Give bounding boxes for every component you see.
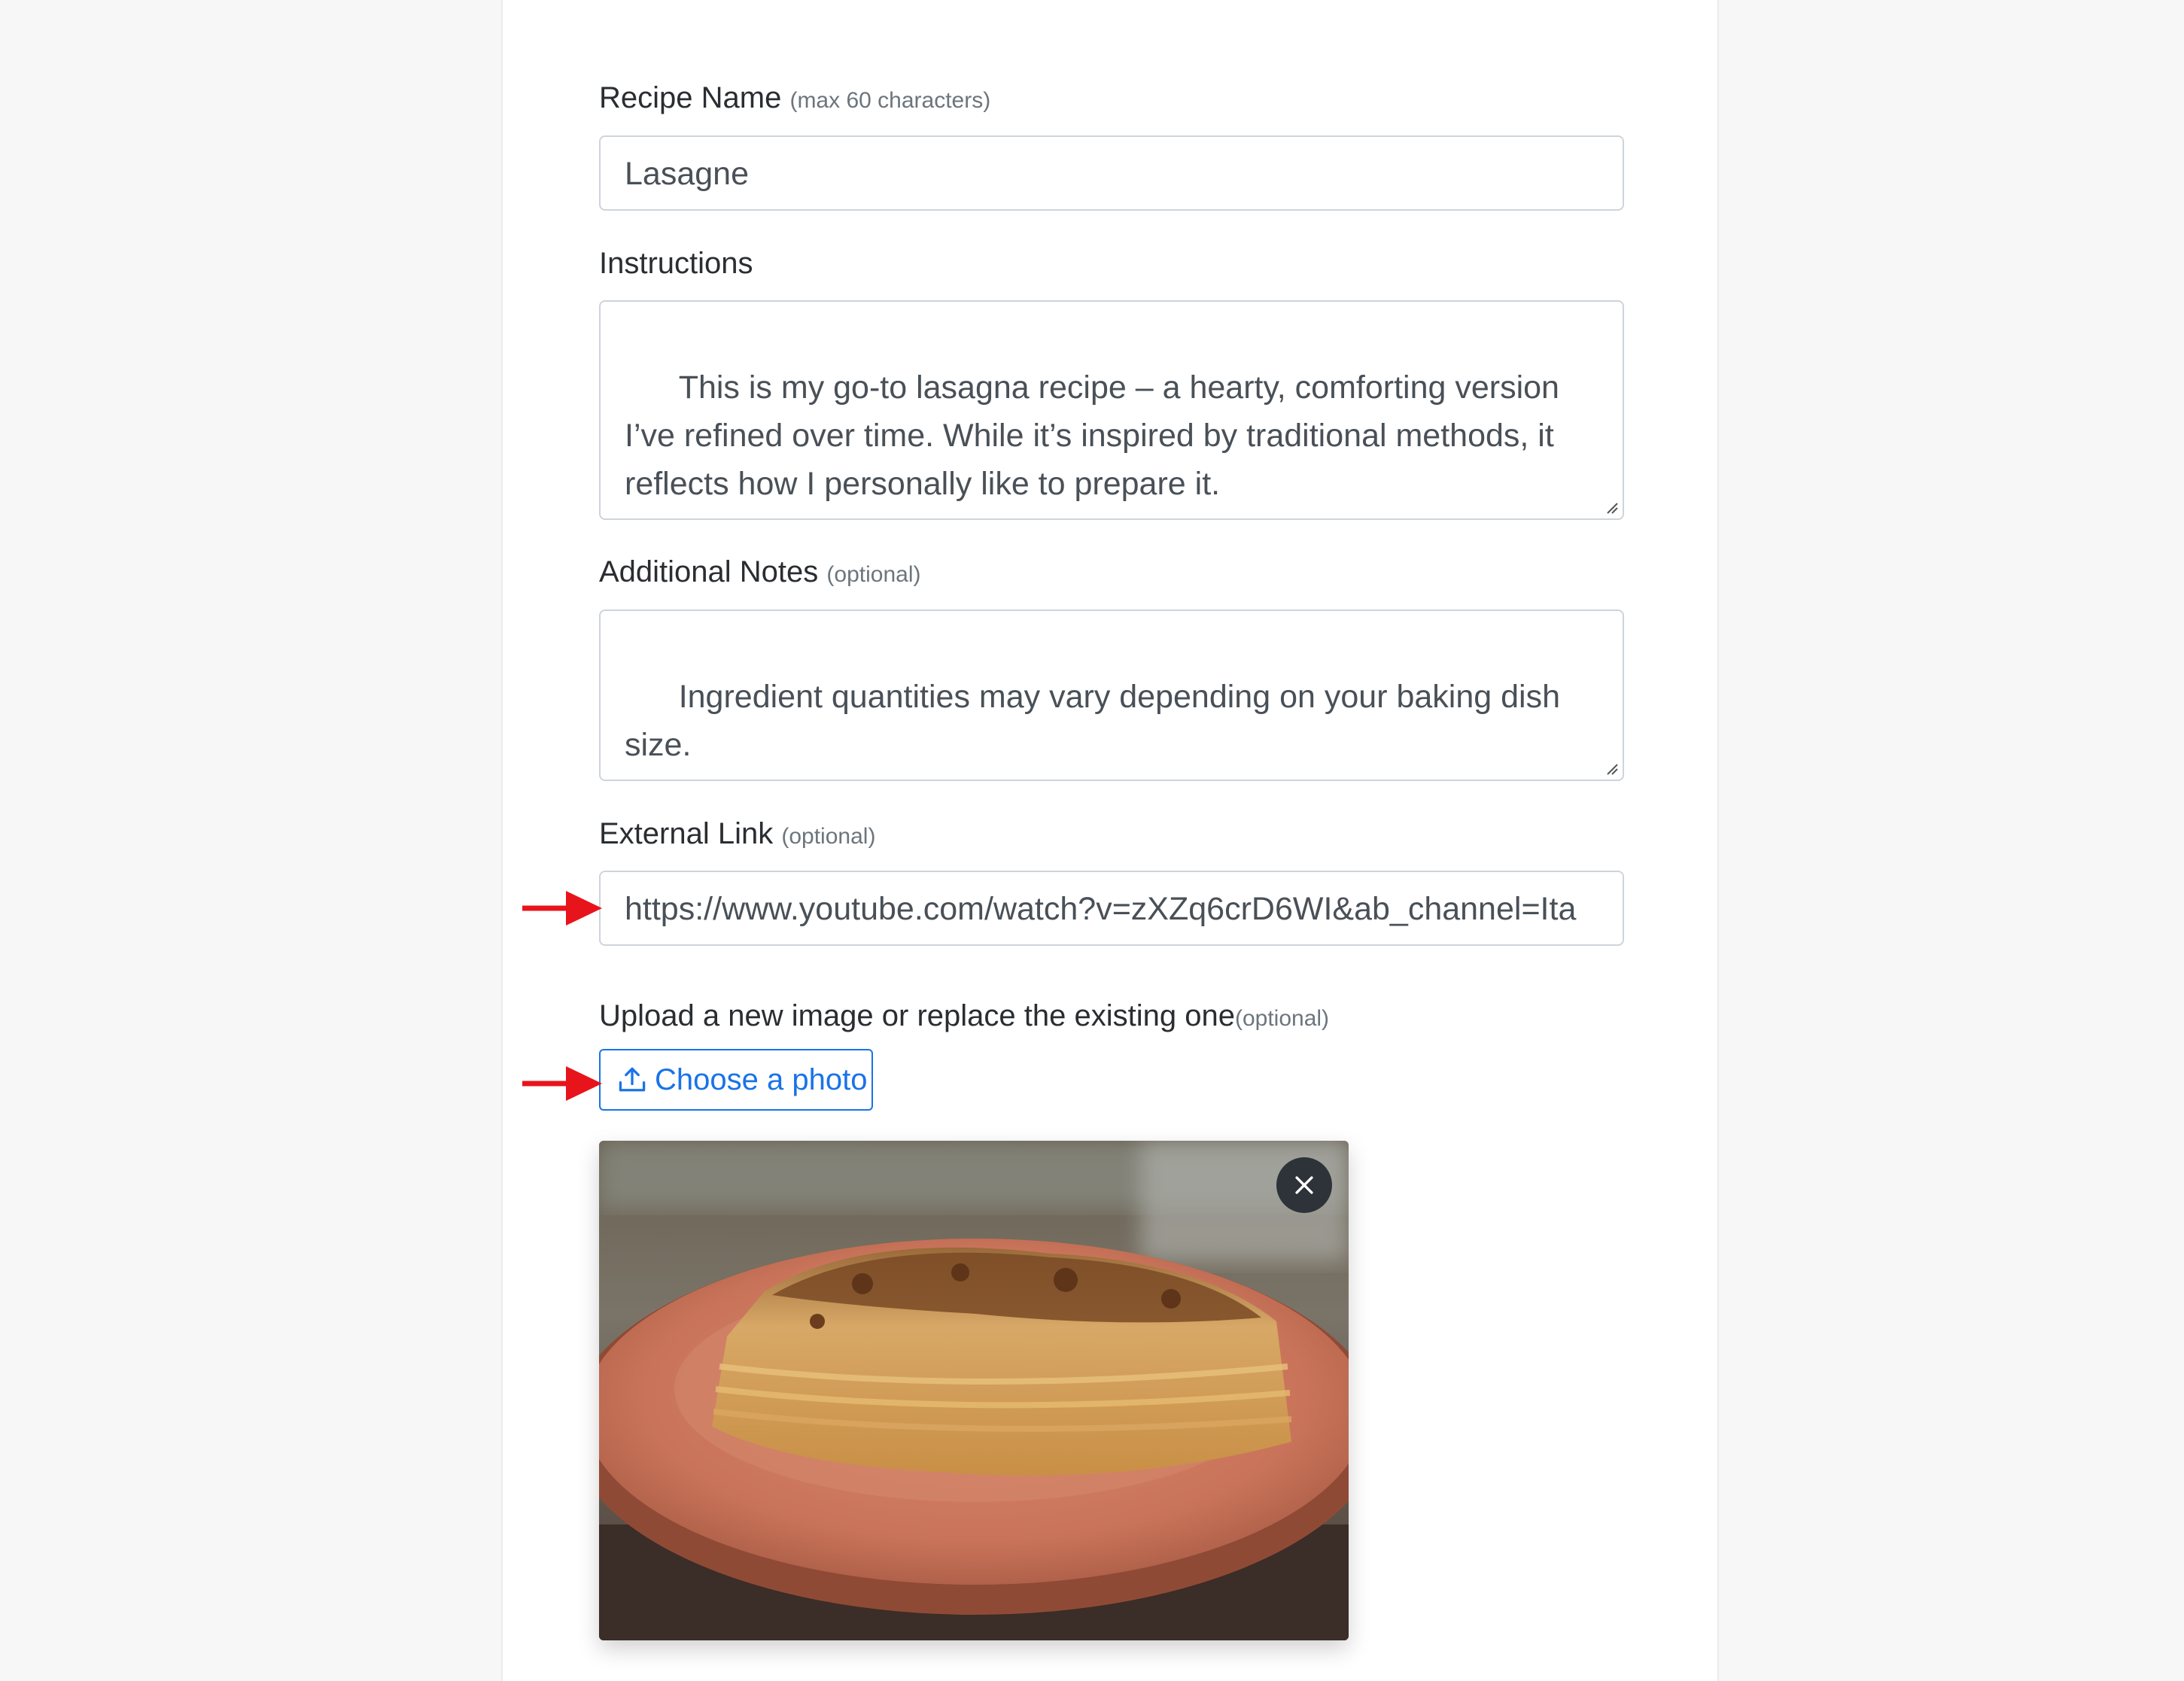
upload-icon xyxy=(619,1067,646,1092)
instructions-value: This is my go-to lasagna recipe – a hear… xyxy=(625,369,1568,502)
additional-notes-label-text: Additional Notes xyxy=(599,555,819,588)
remove-photo-button[interactable] xyxy=(1276,1157,1332,1213)
external-link-label: External Link (optional) xyxy=(599,819,875,849)
form-panel: Recipe Name (max 60 characters) Lasagne … xyxy=(501,0,1719,1681)
upload-label: Upload a new image or replace the existi… xyxy=(599,1001,1329,1031)
recipe-photo-preview xyxy=(599,1141,1349,1640)
recipe-name-input[interactable]: Lasagne xyxy=(599,135,1624,211)
upload-hint: (optional) xyxy=(1234,1006,1330,1031)
choose-photo-button[interactable]: Choose a photo xyxy=(599,1049,873,1111)
upload-label-text: Upload a new image or replace the existi… xyxy=(599,999,1235,1032)
additional-notes-hint: (optional) xyxy=(826,562,921,587)
instructions-label-text: Instructions xyxy=(599,247,753,280)
additional-notes-value: Ingredient quantities may vary depending… xyxy=(625,679,1569,763)
external-link-hint: (optional) xyxy=(781,824,876,849)
close-icon xyxy=(1295,1176,1313,1194)
instructions-textarea[interactable]: This is my go-to lasagna recipe – a hear… xyxy=(599,300,1624,520)
recipe-name-label: Recipe Name (max 60 characters) xyxy=(599,83,990,113)
recipe-name-value: Lasagne xyxy=(625,156,749,192)
resize-handle-icon[interactable] xyxy=(1605,761,1618,775)
instructions-label: Instructions xyxy=(599,248,753,278)
external-link-label-text: External Link xyxy=(599,817,774,850)
recipe-name-label-text: Recipe Name xyxy=(599,81,782,114)
external-link-value: https://www.youtube.com/watch?v=zXZq6crD… xyxy=(625,891,1577,927)
choose-photo-label: Choose a photo xyxy=(655,1062,868,1096)
additional-notes-label: Additional Notes (optional) xyxy=(599,557,921,587)
recipe-name-hint: (max 60 characters) xyxy=(789,88,991,113)
annotation-arrow-external-link xyxy=(522,891,602,926)
resize-handle-icon[interactable] xyxy=(1605,500,1618,514)
external-link-input[interactable]: https://www.youtube.com/watch?v=zXZq6crD… xyxy=(599,871,1624,946)
lasagne-photo xyxy=(599,1141,1349,1640)
annotation-arrow-choose-photo xyxy=(522,1066,602,1101)
additional-notes-textarea[interactable]: Ingredient quantities may vary depending… xyxy=(599,609,1624,781)
